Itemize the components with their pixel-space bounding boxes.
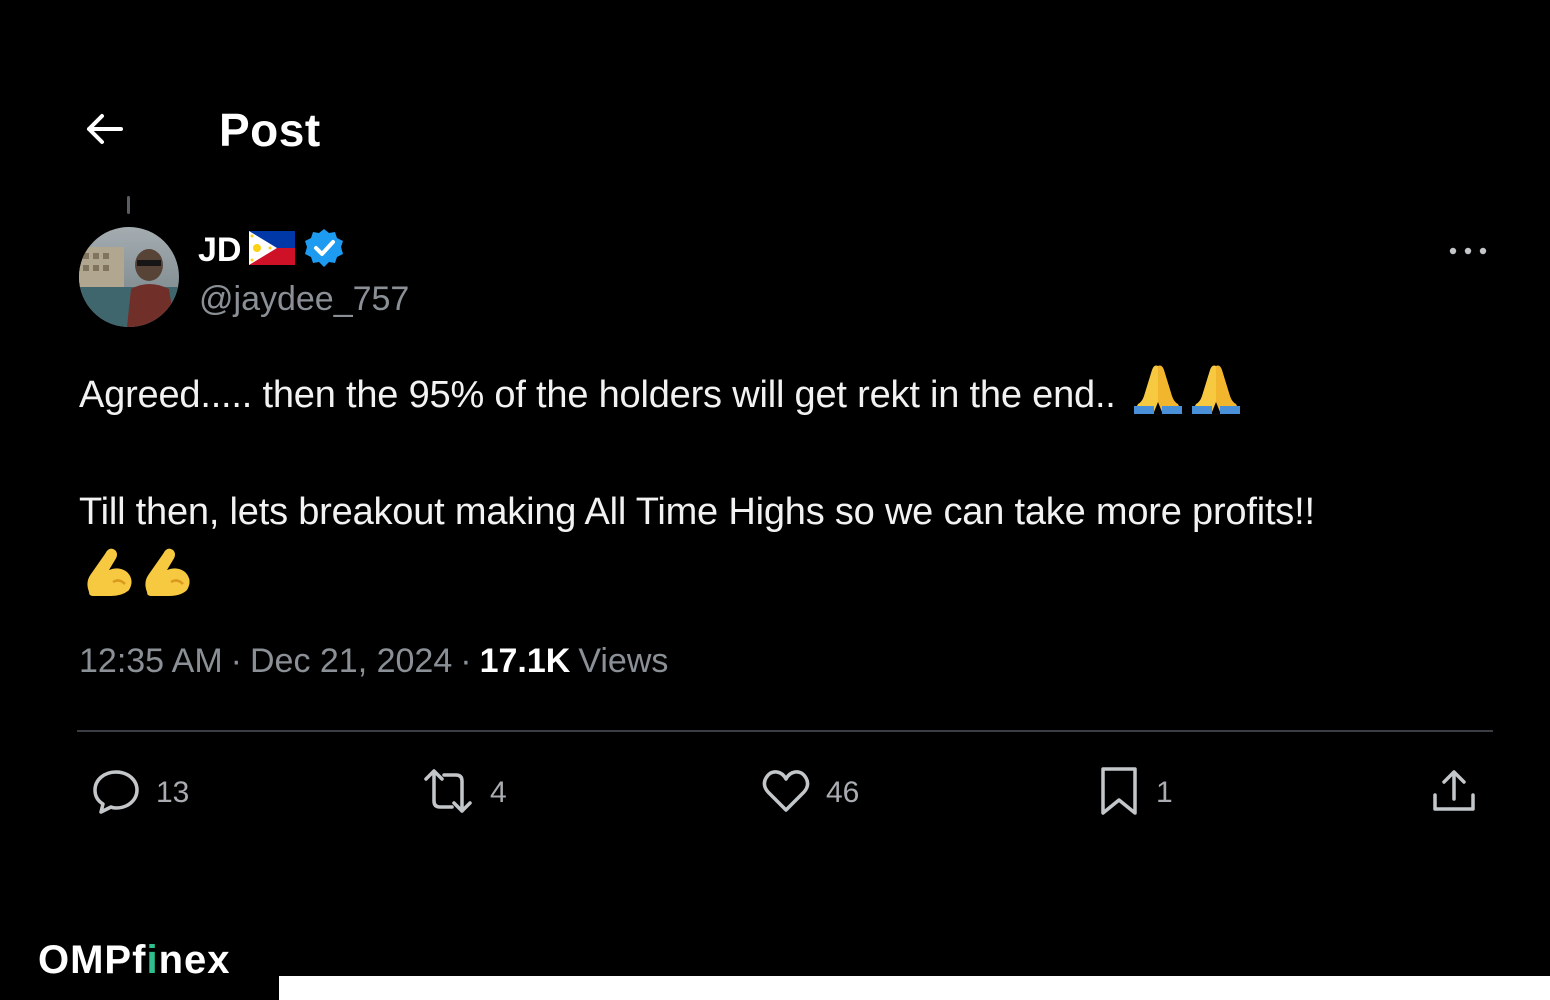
tweet-text-line-2: Till then, lets breakout making All Time… <box>79 491 1315 533</box>
heart-icon <box>760 765 812 822</box>
repost-count: 4 <box>490 776 507 809</box>
tweet-time[interactable]: 12:35 AM <box>79 642 223 681</box>
more-horizontal-icon <box>1449 243 1487 261</box>
brand-watermark: OMPfinex <box>38 938 231 983</box>
flexed-biceps-emoji-icon <box>83 542 195 616</box>
repost-icon <box>420 765 476 822</box>
watermark-text-f: f <box>132 938 147 982</box>
more-options-button[interactable] <box>1440 232 1496 272</box>
post-screen: Post JD @jaydee_757 Agreed..... then the… <box>0 0 1550 1000</box>
verified-badge-icon <box>303 227 345 274</box>
watermark-text-nex: nex <box>158 938 231 982</box>
watermark-text-omp: OMP <box>38 938 133 982</box>
thread-connector <box>127 196 130 214</box>
tweet-text-line-1: Agreed..... then the 95% of the holders … <box>79 374 1116 417</box>
reply-icon <box>90 765 142 822</box>
bookmark-icon <box>1096 764 1142 823</box>
tweet-text-paragraph-2: Till then, lets breakout making All Time… <box>79 482 1399 616</box>
author-name[interactable]: JD <box>198 231 241 270</box>
like-count: 46 <box>826 776 860 809</box>
tweet-text-paragraph-1: Agreed..... then the 95% of the holders … <box>79 362 1242 432</box>
reply-count: 13 <box>156 776 190 809</box>
tweet-date[interactable]: Dec 21, 2024 <box>250 642 452 681</box>
author-handle[interactable]: @jaydee_757 <box>199 280 409 319</box>
action-bar: 13 4 46 1 <box>0 760 1550 826</box>
like-button[interactable]: 46 <box>760 760 859 826</box>
watermark-text-i: i <box>146 938 159 982</box>
header: Post <box>0 95 1550 167</box>
repost-button[interactable]: 4 <box>420 760 507 826</box>
philippines-flag-icon <box>249 230 296 270</box>
reply-button[interactable]: 13 <box>90 760 189 826</box>
divider <box>77 730 1493 732</box>
share-icon <box>1428 765 1480 822</box>
avatar[interactable] <box>79 227 179 327</box>
views-label[interactable]: Views <box>578 642 668 681</box>
meta-separator: · <box>230 642 242 680</box>
bottom-border-strip <box>279 976 1550 1000</box>
bookmark-count: 1 <box>1156 776 1173 809</box>
back-button[interactable] <box>80 107 128 155</box>
bookmark-button[interactable]: 1 <box>1096 760 1173 826</box>
meta-separator: · <box>460 642 472 680</box>
tweet-meta: 12:35 AM · Dec 21, 2024 · 17.1K Views <box>79 642 668 681</box>
share-button[interactable] <box>1428 760 1480 826</box>
arrow-left-icon <box>83 112 125 151</box>
author-name-row: JD <box>198 228 345 272</box>
folded-hands-emoji-icon <box>1130 362 1242 432</box>
page-title: Post <box>219 104 321 156</box>
views-count[interactable]: 17.1K <box>480 642 571 681</box>
